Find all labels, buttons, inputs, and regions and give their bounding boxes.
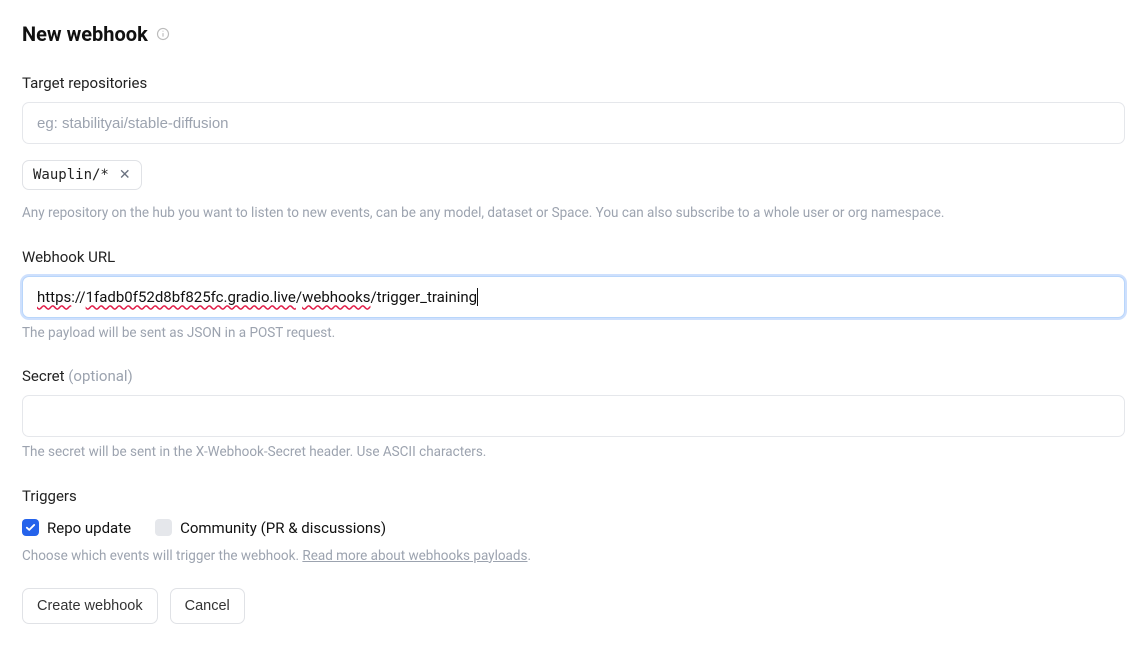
secret-label: Secret (optional) (22, 367, 1125, 385)
create-webhook-button[interactable]: Create webhook (22, 588, 158, 624)
target-repos-input[interactable] (22, 102, 1125, 144)
triggers-help: Choose which events will trigger the web… (22, 547, 1125, 567)
trigger-community[interactable]: Community (PR & discussions) (155, 519, 386, 537)
repo-chip[interactable]: Wauplin/* ✕ (22, 160, 142, 190)
close-icon[interactable]: ✕ (119, 168, 131, 182)
triggers-label: Triggers (22, 487, 1125, 505)
target-repos-label: Target repositories (22, 74, 1125, 92)
info-icon[interactable] (156, 27, 170, 41)
webhook-url-help: The payload will be sent as JSON in a PO… (22, 324, 1125, 344)
trigger-repo-update-label: Repo update (47, 519, 131, 537)
triggers-help-link[interactable]: Read more about webhooks payloads (302, 548, 527, 564)
repo-chip-label: Wauplin/* (33, 167, 109, 183)
trigger-community-label: Community (PR & discussions) (180, 519, 386, 537)
cancel-button[interactable]: Cancel (170, 588, 245, 624)
secret-help: The secret will be sent in the X-Webhook… (22, 443, 1125, 463)
target-repos-help: Any repository on the hub you want to li… (22, 204, 1125, 224)
secret-input[interactable] (22, 395, 1125, 437)
page-title: New webhook (22, 22, 148, 46)
text-cursor (477, 288, 478, 306)
trigger-repo-update[interactable]: Repo update (22, 519, 131, 537)
webhook-url-input[interactable]: https :// 1fadb0f52d8bf825fc.gradio.live… (22, 276, 1125, 318)
checkbox-checked-icon[interactable] (22, 519, 39, 536)
checkbox-unchecked-icon[interactable] (155, 519, 172, 536)
webhook-url-label: Webhook URL (22, 248, 1125, 266)
